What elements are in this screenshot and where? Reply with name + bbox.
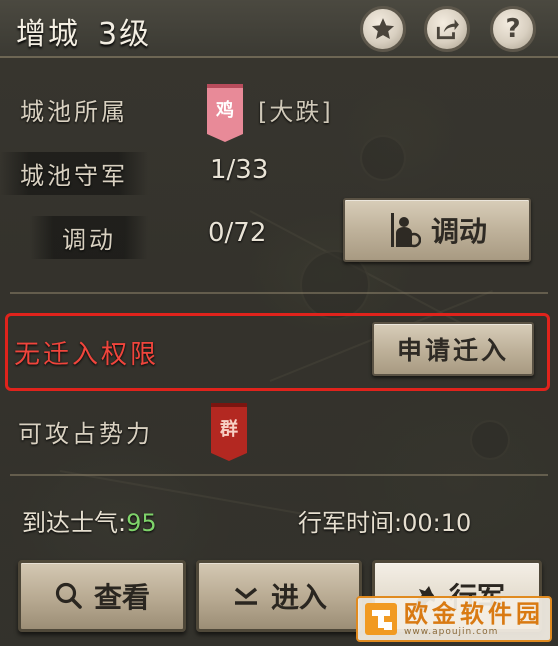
help-button[interactable]: ? xyxy=(490,6,536,52)
chevron-down-icon xyxy=(231,581,261,611)
city-info-panel: 增城 3级 ? 城池所属 鸡 [大跌] 城池守军 1/33 调动 0/72 调动 xyxy=(0,0,558,646)
march-time-label: 行军时间: xyxy=(298,509,403,537)
panel-header: 增城 3级 ? xyxy=(0,0,558,58)
march-time-stat: 行军时间:00:10 xyxy=(298,503,471,538)
watermark-main-text: 欧金软件园 xyxy=(404,600,544,628)
share-button[interactable] xyxy=(424,6,470,52)
view-button-label: 查看 xyxy=(93,581,150,614)
star-icon xyxy=(371,18,395,39)
share-icon xyxy=(436,19,459,40)
owner-faction-flag: 鸡 xyxy=(207,84,243,142)
enter-button-label: 进入 xyxy=(270,581,327,614)
soldier-icon xyxy=(387,211,421,249)
march-time-value: 00:10 xyxy=(402,509,472,537)
favorite-button[interactable] xyxy=(360,6,406,52)
help-icon: ? xyxy=(505,14,521,44)
morale-stat: 到达士气:95 xyxy=(22,503,157,538)
section-divider xyxy=(10,474,548,476)
attackable-faction-flag: 群 xyxy=(211,403,247,461)
section-divider xyxy=(10,292,548,294)
view-button[interactable]: 查看 xyxy=(18,560,186,632)
magnifier-icon xyxy=(54,581,84,611)
watermark-url: www.apoujin.com xyxy=(404,627,499,637)
apply-migration-button[interactable]: 申请迁入 xyxy=(372,322,534,376)
morale-label: 到达士气: xyxy=(22,509,127,537)
city-name: 增城 xyxy=(16,17,80,52)
morale-value: 95 xyxy=(126,509,157,537)
city-level: 3级 xyxy=(98,17,152,52)
no-migration-permission-text: 无迁入权限 xyxy=(14,340,160,370)
attackable-faction-label: 可攻占势力 xyxy=(18,420,153,448)
garrison-label: 城池守军 xyxy=(0,152,148,195)
transfer-button-label: 调动 xyxy=(430,215,487,248)
city-title: 增城 3级 xyxy=(16,9,151,53)
site-watermark: 欧金软件园 www.apoujin.com xyxy=(356,596,552,642)
transfer-button[interactable]: 调动 xyxy=(343,198,531,262)
owner-flag-text: 鸡 xyxy=(216,100,234,121)
enter-button[interactable]: 进入 xyxy=(196,560,362,632)
owner-name: [大跌] xyxy=(258,98,333,126)
transfer-label: 调动 xyxy=(30,216,148,259)
attack-flag-text: 群 xyxy=(220,419,238,440)
owner-label: 城池所属 xyxy=(20,98,128,126)
garrison-value: 1/33 xyxy=(210,155,269,185)
transfer-value: 0/72 xyxy=(208,218,267,248)
watermark-logo-icon xyxy=(364,602,398,636)
